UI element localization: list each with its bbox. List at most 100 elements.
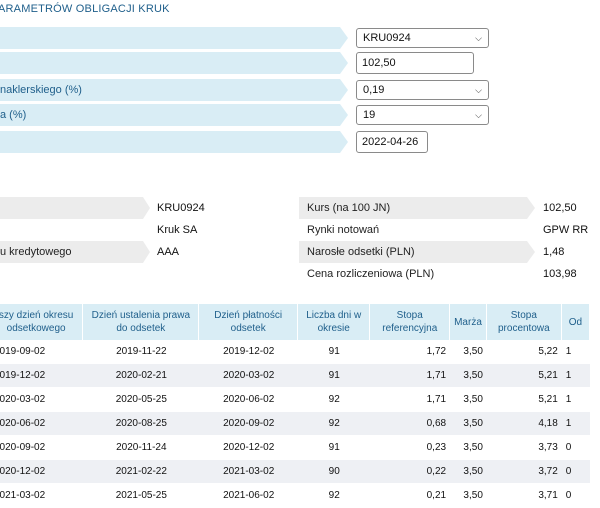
info-left-value: AAA xyxy=(157,246,180,258)
column-header: szy dzień okresu odsetkowego xyxy=(0,304,84,340)
table-cell: 92 xyxy=(298,484,371,508)
table-cell: 2019-09-02 xyxy=(0,340,84,364)
table-cell: 2019-12-02 xyxy=(0,364,84,388)
table-row: 2021-03-022021-05-252021-06-02920,213,50… xyxy=(0,484,590,508)
chevron-down-icon: ⌵ xyxy=(475,109,482,120)
price-input[interactable]: 102,50 xyxy=(356,52,474,74)
param-label-tax: a (%) xyxy=(0,104,348,126)
table-cell: 2021-05-25 xyxy=(83,484,200,508)
table-cell: 2020-12-02 xyxy=(0,460,84,484)
table-cell: 5,21 xyxy=(486,364,562,388)
table-cell: 0,68 xyxy=(370,412,451,436)
table-cell: 1 xyxy=(561,388,590,412)
table-cell: 2020-06-02 xyxy=(0,412,84,436)
table-cell: 4,18 xyxy=(486,412,562,436)
info-right-label: Cena rozliczeniowa (PLN) xyxy=(299,263,535,285)
table-cell: 3,50 xyxy=(450,460,487,484)
param-label-bond xyxy=(0,27,348,49)
info-left-label xyxy=(0,219,150,241)
chevron-down-icon: ⌵ xyxy=(475,84,482,95)
date-input[interactable]: 2022-04-26 xyxy=(356,131,428,153)
param-label-date xyxy=(0,131,348,153)
param-label-commission: naklerskiego (%) xyxy=(0,79,348,101)
table-cell: 2020-09-02 xyxy=(199,412,298,436)
table-cell: 2020-12-02 xyxy=(199,436,298,460)
table-cell: 2020-06-02 xyxy=(199,388,298,412)
column-header: Liczba dni w okresie xyxy=(298,304,371,340)
info-left-value: KRU0924 xyxy=(157,202,205,214)
info-right-label: Kurs (na 100 JN) xyxy=(299,197,535,219)
table-cell: 1 xyxy=(561,340,590,364)
table-cell: 2021-06-02 xyxy=(199,484,298,508)
info-left-value: Kruk SA xyxy=(157,224,198,236)
bond-select[interactable]: KRU0924 ⌵ xyxy=(356,28,489,48)
table-cell: 2021-03-02 xyxy=(0,484,84,508)
table-cell: 1 xyxy=(561,364,590,388)
info-right-value: 103,98 xyxy=(543,268,577,280)
info-right-label: Narosłe odsetki (PLN) xyxy=(299,241,535,263)
table-cell: 2020-11-24 xyxy=(83,436,200,460)
table-cell: 2020-05-25 xyxy=(83,388,200,412)
table-cell: 2020-02-21 xyxy=(83,364,200,388)
price-input-value: 102,50 xyxy=(362,57,396,69)
commission-select[interactable]: 0,19 ⌵ xyxy=(356,80,489,100)
table-cell: 0 xyxy=(561,460,590,484)
table-cell: 2020-03-02 xyxy=(0,388,84,412)
table-row: 2020-09-022020-11-242020-12-02910,233,50… xyxy=(0,436,590,460)
param-row-bond: KRU0924 ⌵ xyxy=(0,27,489,49)
info-right-row: Narosłe odsetki (PLN) 1,48 xyxy=(299,241,564,263)
column-header: Od xyxy=(561,304,590,340)
table-cell: 2021-03-02 xyxy=(199,460,298,484)
table-cell: 3,50 xyxy=(450,412,487,436)
param-row-price: 102,50 xyxy=(0,52,474,74)
table-cell: 5,22 xyxy=(486,340,562,364)
table-cell: 1,71 xyxy=(370,388,451,412)
column-header: Stopa referencyjna xyxy=(370,304,451,340)
tax-select-value: 19 xyxy=(363,109,376,121)
column-header: Dzień płatności odsetek xyxy=(199,304,298,340)
table-row: 2020-12-022021-02-222021-03-02900,223,50… xyxy=(0,460,590,484)
table-cell: 0 xyxy=(561,436,590,460)
info-right-row: Cena rozliczeniowa (PLN) 103,98 xyxy=(299,263,577,285)
table-cell: 0,22 xyxy=(370,460,451,484)
column-header: Marża xyxy=(450,304,487,340)
table-cell: 3,50 xyxy=(450,484,487,508)
param-row-date: 2022-04-26 xyxy=(0,131,428,153)
table-cell: 90 xyxy=(298,460,371,484)
table-cell: 5,21 xyxy=(486,388,562,412)
chevron-down-icon: ⌵ xyxy=(475,32,482,43)
param-row-tax: a (%) 19 ⌵ xyxy=(0,104,489,126)
table-cell: 1 xyxy=(561,412,590,436)
table-cell: 2021-02-22 xyxy=(83,460,200,484)
info-right-value: 102,50 xyxy=(543,202,577,214)
bond-select-value: KRU0924 xyxy=(363,32,411,44)
info-left-row: KRU0924 xyxy=(0,197,205,219)
table-row: 2019-09-022019-11-222019-12-02911,723,50… xyxy=(0,340,590,364)
table-cell: 91 xyxy=(298,436,371,460)
tax-select[interactable]: 19 ⌵ xyxy=(356,105,489,125)
table-cell: 3,73 xyxy=(486,436,562,460)
table-cell: 3,50 xyxy=(450,388,487,412)
column-header: Dzień ustalenia prawa do odsetek xyxy=(83,304,200,340)
info-right-row: Rynki notowań GPW RR xyxy=(299,219,588,241)
info-left-row: u kredytowego AAA xyxy=(0,241,179,263)
table-cell: 3,50 xyxy=(450,364,487,388)
info-left-row: Kruk SA xyxy=(0,219,197,241)
info-right-row: Kurs (na 100 JN) 102,50 xyxy=(299,197,577,219)
table-cell: 92 xyxy=(298,388,371,412)
table-cell: 92 xyxy=(298,412,371,436)
date-input-value: 2022-04-26 xyxy=(362,136,419,148)
table-cell: 1,71 xyxy=(370,364,451,388)
table-header-row: szy dzień okresu odsetkowego Dzień ustal… xyxy=(0,304,590,340)
table-cell: 91 xyxy=(298,364,371,388)
commission-select-value: 0,19 xyxy=(363,84,385,96)
table-cell: 0,21 xyxy=(370,484,451,508)
interest-schedule-table: szy dzień okresu odsetkowego Dzień ustal… xyxy=(0,304,590,508)
info-left-label xyxy=(0,197,150,219)
info-left-label: u kredytowego xyxy=(0,241,150,263)
page-title: ARAMETRÓW OBLIGACJI KRUK xyxy=(0,3,170,15)
table-cell: 3,71 xyxy=(486,484,562,508)
param-row-commission: naklerskiego (%) 0,19 ⌵ xyxy=(0,79,489,101)
column-header: Stopa procentowa xyxy=(486,304,562,340)
info-right-value: 1,48 xyxy=(543,246,565,258)
